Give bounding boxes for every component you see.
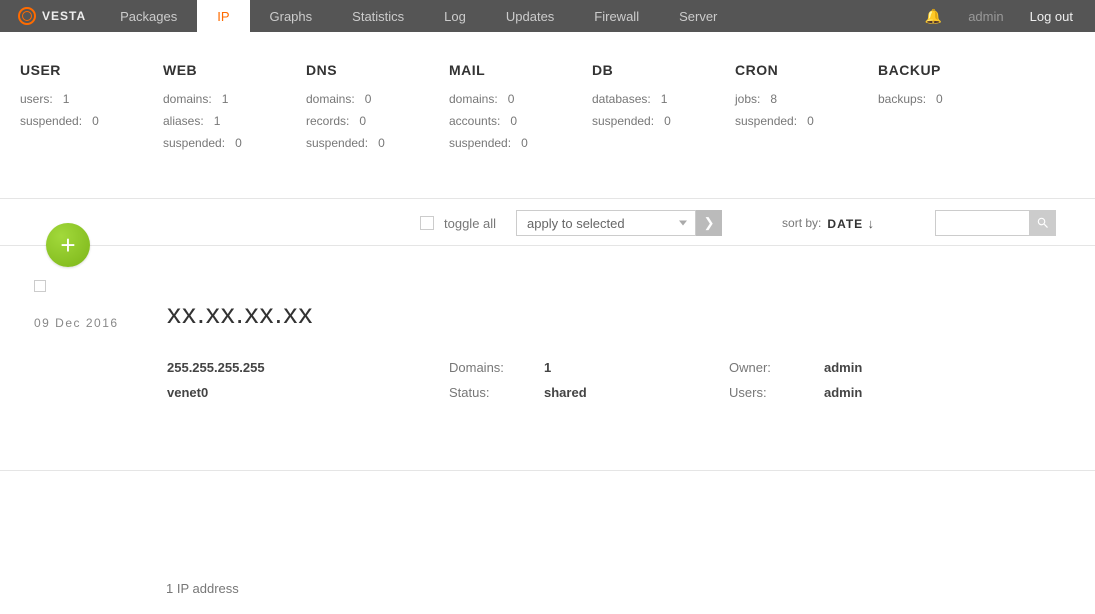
item-details: 255.255.255.255 venet0 Domains:1 Status:… — [167, 360, 1075, 410]
bulk-action-group: apply to selected ❯ — [516, 210, 722, 236]
stat-web[interactable]: WEB domains:1 aliases:1 suspended:0 — [163, 62, 306, 158]
item-date: 09 Dec 2016 — [34, 316, 119, 330]
stat-title: BACKUP — [878, 62, 1021, 78]
ip-item[interactable]: xx.xx.xx.xx 255.255.255.255 venet0 Domai… — [167, 280, 1075, 410]
stat-line: suspended:0 — [306, 136, 449, 150]
toggle-all-label[interactable]: toggle all — [444, 216, 496, 231]
bulk-action-go-button[interactable]: ❯ — [696, 210, 722, 236]
toggle-all-group: toggle all — [420, 216, 496, 231]
ip-address: xx.xx.xx.xx — [167, 280, 1075, 330]
logo[interactable]: VESTA — [0, 0, 100, 32]
stat-line: suspended:0 — [449, 136, 592, 150]
stat-line: aliases:1 — [163, 114, 306, 128]
stat-title: DB — [592, 62, 735, 78]
stat-line: jobs:8 — [735, 92, 878, 106]
stat-line: users:1 — [20, 92, 163, 106]
stat-line: domains:0 — [306, 92, 449, 106]
nav-graphs[interactable]: Graphs — [250, 0, 333, 32]
stat-mail[interactable]: MAIL domains:0 accounts:0 suspended:0 — [449, 62, 592, 158]
logout-link[interactable]: Log out — [1030, 9, 1073, 24]
nav-right: 🔔 admin Log out — [925, 0, 1095, 32]
search-group — [935, 210, 1056, 236]
bell-icon[interactable]: 🔔 — [925, 8, 942, 25]
brand-text: VESTA — [42, 9, 86, 23]
users-row: Users:admin — [729, 385, 1009, 400]
sort-button[interactable]: DATE ↓ — [827, 216, 875, 231]
search-input[interactable] — [935, 210, 1030, 236]
stat-line: suspended:0 — [163, 136, 306, 150]
stat-title: MAIL — [449, 62, 592, 78]
nav-log[interactable]: Log — [424, 0, 486, 32]
logo-icon — [18, 7, 36, 25]
ip-listing: 09 Dec 2016 xx.xx.xx.xx 255.255.255.255 … — [0, 246, 1095, 410]
stat-line: databases:1 — [592, 92, 735, 106]
bulk-action-select[interactable]: apply to selected — [516, 210, 696, 236]
current-user[interactable]: admin — [968, 9, 1003, 24]
stat-backup[interactable]: BACKUP backups:0 — [878, 62, 1021, 158]
search-button[interactable] — [1030, 210, 1056, 236]
toolbar: + toggle all apply to selected ❯ sort by… — [0, 198, 1095, 246]
stat-title: CRON — [735, 62, 878, 78]
nav-statistics[interactable]: Statistics — [332, 0, 424, 32]
sort-label: sort by: — [782, 216, 821, 230]
nav-server[interactable]: Server — [659, 0, 737, 32]
stat-line: suspended:0 — [592, 114, 735, 128]
nav-packages[interactable]: Packages — [100, 0, 197, 32]
netmask-row: 255.255.255.255 — [167, 360, 449, 375]
stat-db[interactable]: DB databases:1 suspended:0 — [592, 62, 735, 158]
stat-cron[interactable]: CRON jobs:8 suspended:0 — [735, 62, 878, 158]
nav-items: Packages IP Graphs Statistics Log Update… — [100, 0, 737, 32]
stat-line: accounts:0 — [449, 114, 592, 128]
stat-user[interactable]: USER users:1 suspended:0 — [20, 62, 163, 158]
owner-row: Owner:admin — [729, 360, 1009, 375]
bulk-action-value: apply to selected — [527, 216, 625, 231]
sort-group: sort by: DATE ↓ — [782, 216, 875, 231]
stat-line: domains:1 — [163, 92, 306, 106]
stat-line: records:0 — [306, 114, 449, 128]
stat-dns[interactable]: DNS domains:0 records:0 suspended:0 — [306, 62, 449, 158]
status-row: Status:shared — [449, 385, 729, 400]
stat-line: domains:0 — [449, 92, 592, 106]
item-checkbox[interactable] — [34, 280, 46, 292]
stat-line: backups:0 — [878, 92, 1021, 106]
stat-title: WEB — [163, 62, 306, 78]
stat-title: USER — [20, 62, 163, 78]
footer-count: 1 IP address — [0, 471, 1095, 596]
nav-firewall[interactable]: Firewall — [574, 0, 659, 32]
search-icon — [1036, 216, 1050, 230]
stat-line: suspended:0 — [735, 114, 878, 128]
stats-row: USER users:1 suspended:0 WEB domains:1 a… — [0, 32, 1095, 198]
stat-title: DNS — [306, 62, 449, 78]
domains-row: Domains:1 — [449, 360, 729, 375]
chevron-down-icon — [679, 221, 687, 226]
arrow-down-icon: ↓ — [868, 216, 876, 231]
interface-row: venet0 — [167, 385, 449, 400]
nav-ip[interactable]: IP — [197, 0, 249, 32]
chevron-right-icon: ❯ — [704, 215, 715, 231]
top-nav: VESTA Packages IP Graphs Statistics Log … — [0, 0, 1095, 32]
stat-line: suspended:0 — [20, 114, 163, 128]
toggle-all-checkbox[interactable] — [420, 216, 434, 230]
nav-updates[interactable]: Updates — [486, 0, 574, 32]
